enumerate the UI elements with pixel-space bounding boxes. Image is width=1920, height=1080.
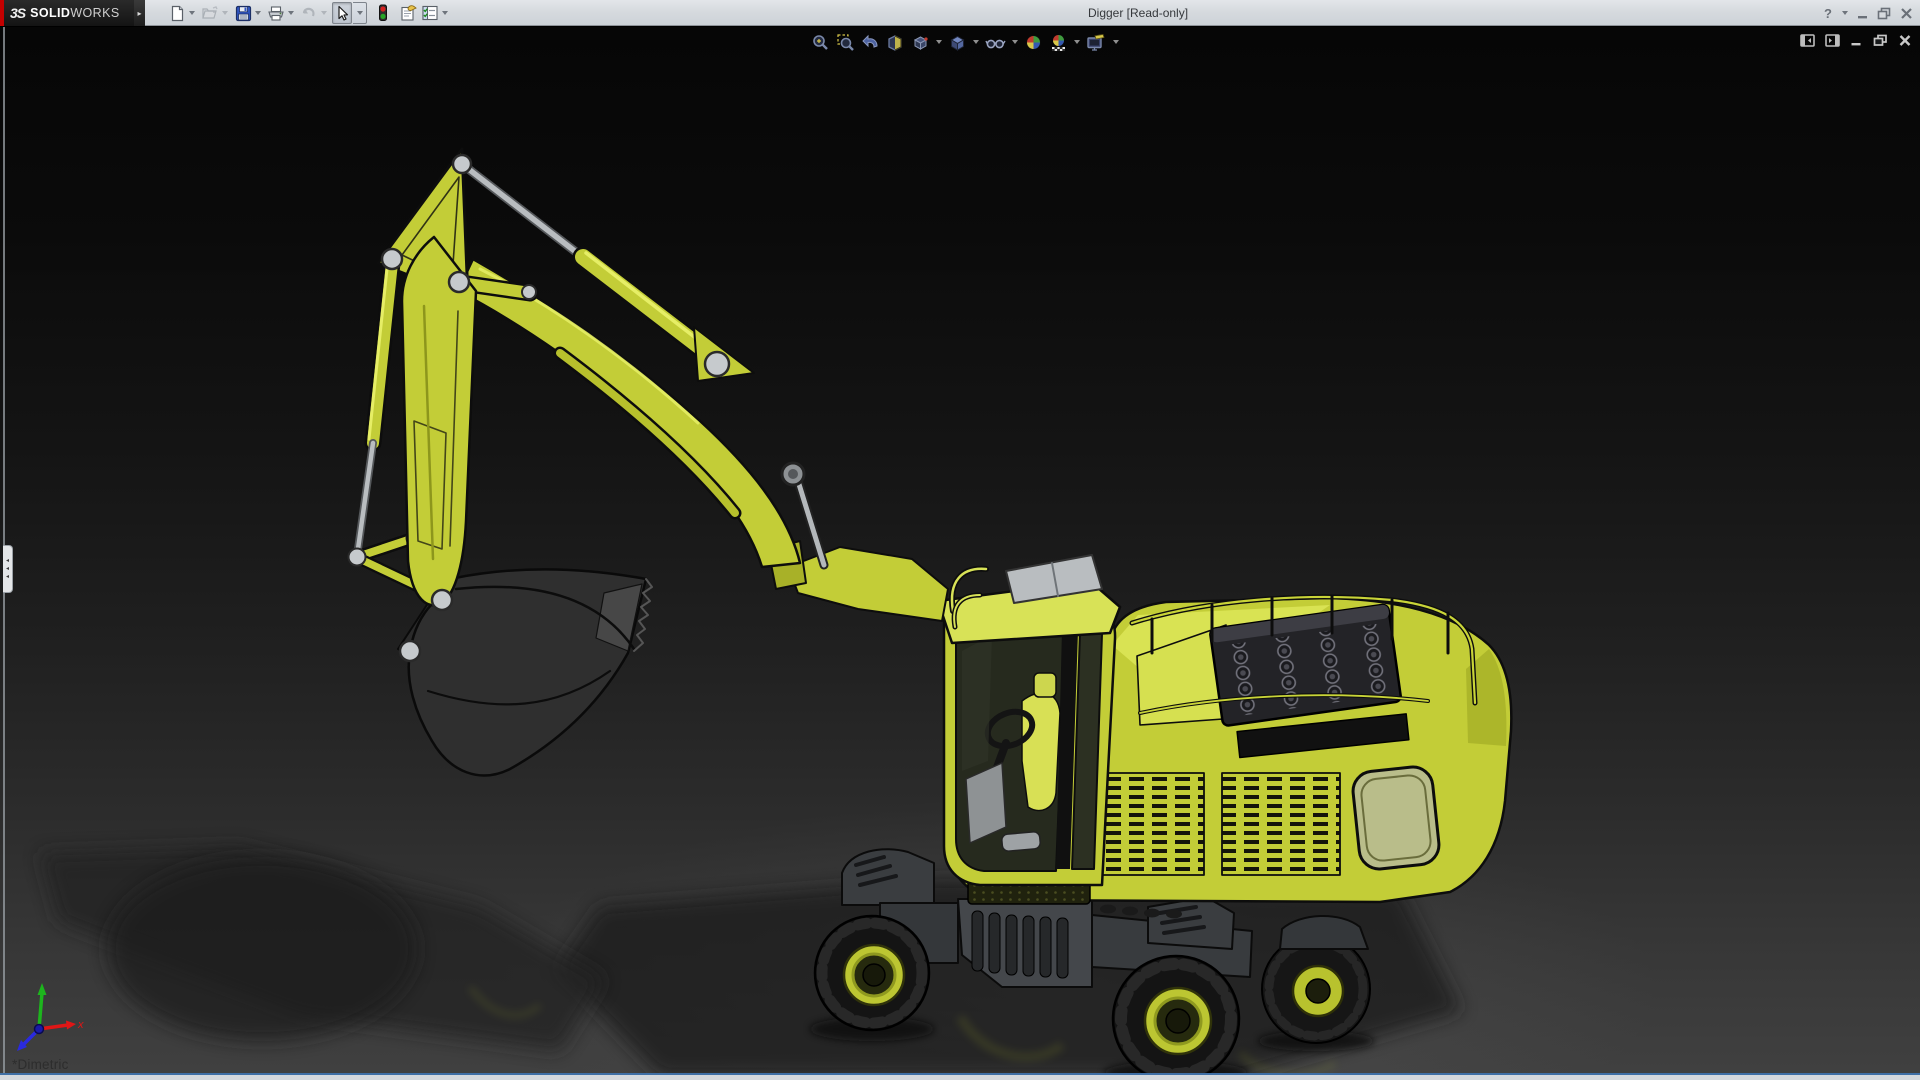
- view-orientation-caret[interactable]: [936, 40, 942, 44]
- close-document-button[interactable]: [1898, 31, 1912, 49]
- view-settings-icon: [1086, 33, 1107, 52]
- select-cursor-icon: [334, 5, 350, 22]
- restore-button[interactable]: [1876, 2, 1892, 24]
- previous-view-icon: [861, 33, 880, 52]
- display-style-button[interactable]: [945, 30, 970, 54]
- minimize-document-button[interactable]: [1850, 31, 1863, 49]
- zoom-to-fit-icon: [811, 33, 830, 52]
- undo-arrow-icon: [300, 5, 318, 22]
- hide-show-items-button[interactable]: [982, 30, 1009, 54]
- model-canvas[interactable]: [0, 27, 1920, 1073]
- new-document-icon: [169, 5, 186, 22]
- previous-view-button[interactable]: [858, 30, 883, 54]
- minimize-icon: [1856, 7, 1869, 20]
- file-properties-icon: [399, 4, 418, 22]
- view-settings-button[interactable]: [1083, 30, 1110, 54]
- heads-up-view-toolbar: [808, 30, 1122, 54]
- scene-ball-icon: [1049, 33, 1068, 52]
- close-button[interactable]: [1898, 2, 1914, 24]
- show-left-pane-button[interactable]: [1800, 31, 1815, 49]
- select-dropdown-caret[interactable]: [353, 2, 367, 24]
- help-button[interactable]: ?: [1820, 2, 1836, 24]
- main-toolbar: [166, 0, 452, 26]
- save-floppy-icon: [235, 5, 252, 22]
- section-view-button[interactable]: [883, 30, 908, 54]
- brand-name-light: WORKS: [70, 6, 119, 20]
- options-dropdown-caret[interactable]: [442, 11, 448, 15]
- document-window-controls: [1800, 31, 1912, 49]
- file-properties-button[interactable]: [398, 2, 418, 24]
- help-dropdown-caret[interactable]: [1842, 11, 1848, 15]
- view-orientation-label: *Dimetric: [12, 1057, 69, 1072]
- print-dropdown-caret[interactable]: [288, 11, 294, 15]
- zoom-to-area-icon: [836, 33, 855, 52]
- section-view-icon: [886, 33, 905, 52]
- save-button[interactable]: [233, 2, 253, 24]
- graphics-viewport: ◂ ◂ ◂ x *Dimetric: [0, 27, 1920, 1073]
- solidworks-window: 3S SOLIDWORKS ▸: [0, 0, 1920, 1080]
- triad-x-label: x: [77, 1019, 84, 1031]
- cab: [938, 555, 1120, 885]
- restore-icon: [1877, 7, 1891, 20]
- menu-flyout-arrow[interactable]: ▸: [134, 0, 145, 26]
- minimize-document-icon: [1850, 34, 1863, 47]
- open-button[interactable]: [200, 2, 220, 24]
- options-button[interactable]: [420, 2, 440, 24]
- document-title: Digger [Read-only]: [1088, 6, 1188, 20]
- print-button[interactable]: [266, 2, 286, 24]
- save-dropdown-caret[interactable]: [255, 11, 261, 15]
- status-bar: [0, 1073, 1920, 1080]
- restore-document-icon: [1873, 34, 1888, 47]
- edit-appearance-button[interactable]: [1021, 30, 1046, 54]
- ds-logo-icon: 3S: [10, 5, 25, 21]
- view-orientation-button[interactable]: [908, 30, 933, 54]
- open-folder-icon: [201, 5, 219, 22]
- restore-document-button[interactable]: [1873, 31, 1888, 49]
- minimize-button[interactable]: [1854, 2, 1870, 24]
- view-orientation-cube-icon: [911, 33, 930, 52]
- show-right-pane-button[interactable]: [1825, 31, 1840, 49]
- view-settings-caret[interactable]: [1113, 40, 1119, 44]
- zoom-to-fit-button[interactable]: [808, 30, 833, 54]
- rebuild-button[interactable]: [373, 2, 393, 24]
- hide-show-items-caret[interactable]: [1012, 40, 1018, 44]
- titlebar-controls: ?: [1820, 0, 1914, 26]
- pane-left-icon: [1800, 34, 1815, 47]
- eyeglasses-icon: [985, 33, 1006, 52]
- new-dropdown-caret[interactable]: [189, 11, 195, 15]
- display-style-cube-icon: [948, 33, 967, 52]
- color-ball-icon: [1024, 33, 1043, 52]
- feature-manager-splitter-tab[interactable]: ◂ ◂ ◂: [3, 545, 13, 593]
- bucket-cylinder: [358, 263, 392, 549]
- close-icon: [1900, 7, 1913, 20]
- undo-dropdown-caret[interactable]: [321, 11, 327, 15]
- new-document-button[interactable]: [167, 2, 187, 24]
- brand-name-bold: SOLID: [30, 6, 70, 20]
- display-style-caret[interactable]: [973, 40, 979, 44]
- undo-button[interactable]: [299, 2, 319, 24]
- zoom-to-area-button[interactable]: [833, 30, 858, 54]
- traffic-light-icon: [375, 4, 391, 22]
- options-list-icon: [421, 4, 439, 22]
- solidworks-logo: 3S SOLIDWORKS: [4, 0, 134, 26]
- close-document-icon: [1898, 34, 1912, 47]
- apply-scene-caret[interactable]: [1074, 40, 1080, 44]
- orientation-triad: x: [8, 979, 92, 1063]
- print-icon: [267, 5, 285, 22]
- apply-scene-button[interactable]: [1046, 30, 1071, 54]
- stick-arm: [402, 237, 476, 605]
- pane-right-icon: [1825, 34, 1840, 47]
- select-tool-button[interactable]: [332, 2, 352, 24]
- title-bar: 3S SOLIDWORKS ▸: [0, 0, 1920, 26]
- open-dropdown-caret[interactable]: [222, 11, 228, 15]
